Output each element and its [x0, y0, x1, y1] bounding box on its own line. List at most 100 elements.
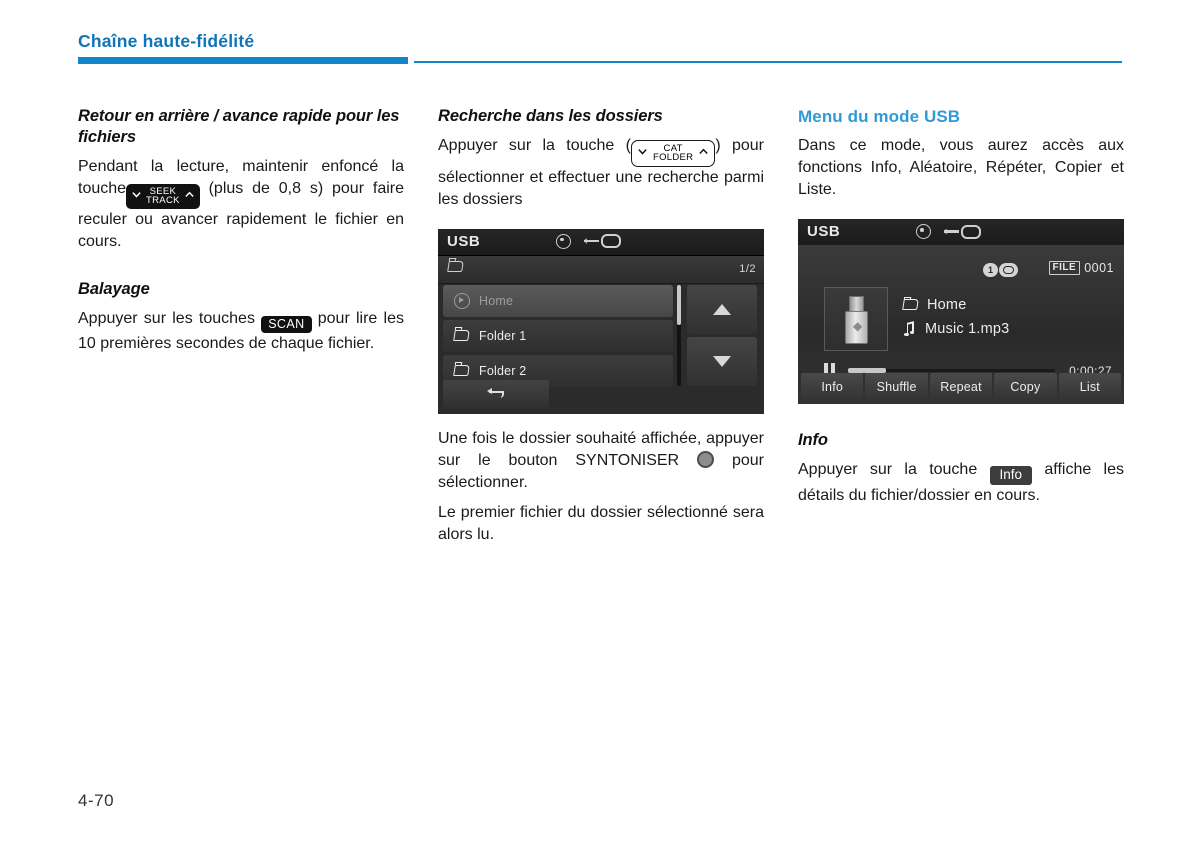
scroll-down-button[interactable] [687, 336, 757, 386]
repeat-count-label: 1 [983, 263, 998, 277]
page-number: 4-70 [78, 791, 115, 810]
middle-column: Recherche dans les dossiers Appuyer sur … [438, 106, 764, 546]
back-arrow-icon [486, 387, 506, 400]
content-columns: Retour en arrière / avance rapide pour l… [78, 106, 1124, 546]
page-title: Chaîne haute-fidélité [78, 31, 255, 51]
seek-label-line2: TRACK [146, 195, 180, 206]
header-rule-thick [78, 57, 408, 64]
device-mode-label: USB [447, 232, 481, 250]
paragraph-first-file: Le premier fichier du dossier sélectionn… [438, 503, 764, 543]
paragraph-seek: Pendant la lecture, maintenir enfoncé la… [78, 156, 404, 253]
cat-folder-label: CAT FOLDER [652, 143, 694, 164]
file-number-label: 0001 [1084, 261, 1114, 275]
copy-button[interactable]: Copy [994, 373, 1057, 400]
section-title-info: Info [798, 431, 828, 449]
disc-icon [556, 233, 571, 249]
chevron-down-icon [637, 145, 648, 161]
section-title-folder-search: Recherche dans les dossiers [438, 107, 663, 125]
repeat-button[interactable]: Repeat [929, 373, 993, 400]
scan-key[interactable]: SCAN [261, 315, 312, 333]
list-item-label: Folder 2 [479, 363, 527, 378]
list-item[interactable]: Folder 1 [443, 319, 673, 352]
info-key[interactable]: Info [989, 466, 1033, 485]
player-button-row: Info Shuffle Repeat Copy List [798, 373, 1124, 404]
chevron-up-icon [184, 188, 195, 204]
left-column: Retour en arrière / avance rapide pour l… [78, 106, 404, 546]
track-metadata: Home Music 1.mp3 [902, 293, 1009, 341]
device-status-icons [916, 224, 981, 239]
tune-knob-icon [697, 450, 715, 468]
track-line: Music 1.mp3 [903, 317, 1009, 341]
usb-connector-icon [944, 224, 981, 239]
list-button[interactable]: List [1058, 373, 1122, 400]
paragraph-usb-menu: Dans ce mode, vous aurez accès aux fonct… [798, 137, 1124, 198]
disc-icon [916, 224, 931, 239]
folder-icon [453, 327, 470, 342]
info-button[interactable]: Info [801, 373, 864, 400]
folder-text-before: Appuyer sur la touche ( [438, 137, 631, 154]
chevron-down-icon [131, 188, 142, 204]
scroll-up-button[interactable] [687, 284, 757, 334]
folder-path-bar: 1/2 [438, 255, 764, 284]
file-indicator: FILE 0001 [1048, 261, 1114, 275]
page-indicator: 1/2 [739, 262, 756, 275]
device-top-bar: USB [798, 219, 1124, 246]
back-button[interactable] [443, 379, 549, 408]
folder-name-label: Home [927, 297, 967, 313]
repeat-one-indicator: 1 [983, 263, 1018, 277]
usb-player-screen: USB 1 FILE 0001 ◆ Home Music 1.mp3 0:00:… [798, 219, 1124, 404]
scrollbar[interactable] [677, 284, 681, 386]
folder-icon [447, 258, 464, 273]
folder-icon [902, 296, 919, 311]
seek-track-label: SEEK TRACK [145, 186, 181, 207]
music-note-icon [903, 321, 917, 336]
folder-line: Home [902, 293, 1009, 317]
play-circle-icon [454, 292, 470, 309]
info-text-before: Appuyer sur la touche [798, 461, 978, 478]
player-body: 1 FILE 0001 ◆ Home Music 1.mp3 0:00:27 I… [798, 245, 1124, 404]
file-tag-label: FILE [1048, 261, 1081, 275]
shuffle-button[interactable]: Shuffle [865, 373, 928, 400]
header-rule-thin [414, 61, 1122, 63]
folder-list: Home Folder 1 Folder 2 [443, 284, 673, 390]
header-rule [78, 57, 1122, 66]
cat-folder-key[interactable]: CAT FOLDER [630, 139, 716, 167]
progress-bar[interactable] [848, 368, 1056, 373]
section-title-scan: Balayage [78, 279, 150, 298]
section-title-seek: Retour en arrière / avance rapide pour l… [78, 107, 400, 146]
tune-caption-text: Une fois le dossier souhaité affichée, a… [438, 429, 764, 469]
device-mode-label: USB [807, 223, 841, 240]
scroll-up-arrow-icon [713, 303, 731, 315]
track-name-label: Music 1.mp3 [925, 321, 1010, 337]
cat-label-line2: FOLDER [652, 152, 694, 163]
paragraph-tune-caption: Une fois le dossier souhaité affichée, a… [438, 428, 764, 494]
list-item-label: Home [479, 293, 514, 308]
seek-track-key[interactable]: SEEK TRACK [126, 183, 200, 209]
album-art-placeholder: ◆ [824, 287, 888, 351]
scrollbar-thumb[interactable] [677, 284, 681, 325]
usb-stick-icon: ◆ [845, 296, 868, 344]
scroll-buttons [687, 284, 757, 389]
paragraph-folder-search: Appuyer sur la touche ( CAT FOLDER ) pour… [438, 135, 764, 211]
repeat-loop-icon [999, 263, 1018, 277]
usb-connector-icon [584, 234, 621, 248]
paragraph-scan: Appuyer sur les touches SCAN pour lire l… [78, 308, 404, 356]
right-column: Menu du mode USB Dans ce mode, vous aure… [798, 106, 1124, 546]
scroll-down-arrow-icon [713, 355, 731, 367]
section-title-usb-menu: Menu du mode USB [798, 107, 961, 126]
scan-text-before: Appuyer sur les touches [78, 309, 255, 327]
page-header: Chaîne haute-fidélité [78, 30, 1122, 66]
list-item[interactable]: Home [443, 284, 673, 317]
device-top-bar: USB [438, 228, 764, 256]
device-status-icons [556, 233, 621, 249]
usb-folder-browser-screen: USB 1/2 Home Folder 1 Folder 2 [438, 228, 764, 414]
paragraph-info: Appuyer sur la touche Info affiche les d… [798, 459, 1124, 507]
list-item-label: Folder 1 [479, 328, 527, 343]
folder-icon [453, 362, 470, 377]
